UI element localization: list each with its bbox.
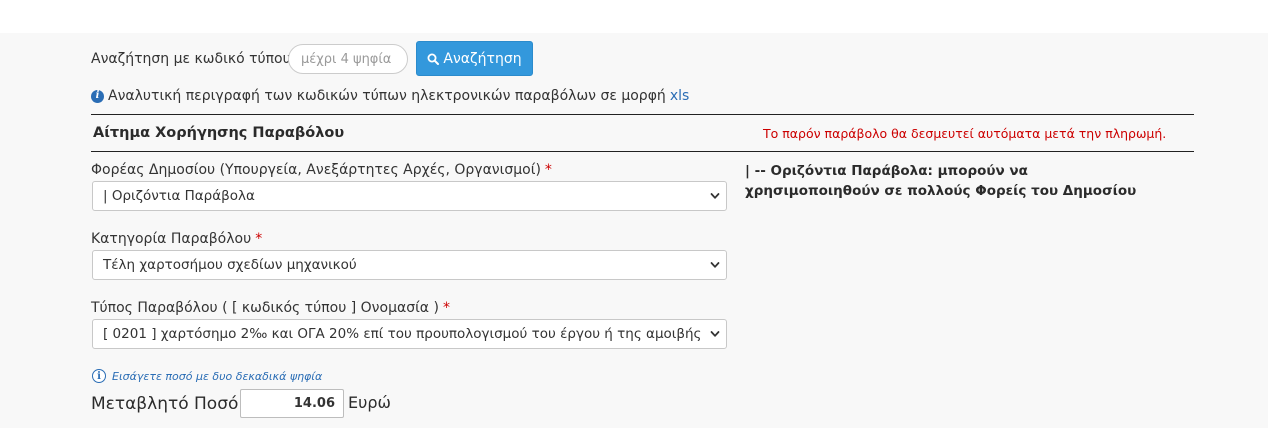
type-select-value: [ 0201 ] χαρτόσημο 2‰ και ΟΓΑ 20% επί το…	[103, 326, 702, 342]
search-input[interactable]	[288, 44, 408, 74]
search-icon	[427, 53, 440, 65]
description-line: i Αναλυτική περιγραφή των κωδικών τύπων …	[91, 87, 689, 105]
xls-link[interactable]: xls	[670, 87, 689, 105]
search-button[interactable]: Αναζήτηση	[416, 41, 533, 76]
divider-bottom	[91, 151, 1194, 152]
section-title: Αίτημα Χορήγησης Παραβόλου	[93, 125, 345, 141]
required-mark: *	[544, 162, 552, 178]
agency-select-value: | Οριζόντια Παράβολα	[103, 188, 255, 204]
category-label: Κατηγορία Παραβόλου *	[91, 230, 262, 248]
amount-label: Μεταβλητό Ποσό:	[91, 394, 245, 414]
divider-top	[91, 114, 1194, 115]
required-mark: *	[255, 231, 263, 247]
top-band	[0, 0, 1268, 33]
type-label: Τύπος Παραβόλου ( [ κωδικός τύπου ] Ονομ…	[91, 299, 450, 317]
amount-hint-text: Εισάγετε ποσό με δυο δεκαδικά ψηφία	[112, 369, 323, 383]
amount-input[interactable]	[240, 389, 344, 418]
search-label: Αναζήτηση με κωδικό τύπου	[91, 51, 291, 67]
chevron-down-icon	[710, 262, 720, 268]
type-label-text: Τύπος Παραβόλου ( [ κωδικός τύπου ] Ονομ…	[91, 300, 439, 316]
agency-label-text: Φορέας Δημοσίου (Υπουργεία, Ανεξάρτητες …	[91, 162, 541, 178]
category-label-text: Κατηγορία Παραβόλου	[91, 231, 252, 247]
category-select-value: Τέλη χαρτοσήμου σχεδίων μηχανικού	[103, 257, 357, 273]
chevron-down-icon	[710, 331, 720, 337]
info-icon: i	[91, 89, 104, 103]
chevron-down-icon	[710, 193, 720, 199]
section-note: Το παρόν παράβολο θα δεσμευτεί αυτόματα …	[763, 126, 1167, 141]
amount-unit: Ευρώ	[348, 393, 391, 412]
info-icon: i	[92, 369, 106, 383]
category-select[interactable]: Τέλη χαρτοσήμου σχεδίων μηχανικού	[92, 250, 727, 280]
amount-hint: i Εισάγετε ποσό με δυο δεκαδικά ψηφία	[92, 369, 322, 383]
side-note: | -- Οριζόντια Παράβολα: μπορούν να χρησ…	[745, 163, 1137, 199]
search-button-label: Αναζήτηση	[443, 50, 522, 67]
agency-label: Φορέας Δημοσίου (Υπουργεία, Ανεξάρτητες …	[91, 161, 552, 179]
type-select[interactable]: [ 0201 ] χαρτόσημο 2‰ και ΟΓΑ 20% επί το…	[92, 319, 727, 349]
required-mark: *	[442, 300, 450, 316]
description-text: Αναλυτική περιγραφή των κωδικών τύπων ηλ…	[108, 88, 666, 104]
agency-select[interactable]: | Οριζόντια Παράβολα	[92, 181, 727, 211]
